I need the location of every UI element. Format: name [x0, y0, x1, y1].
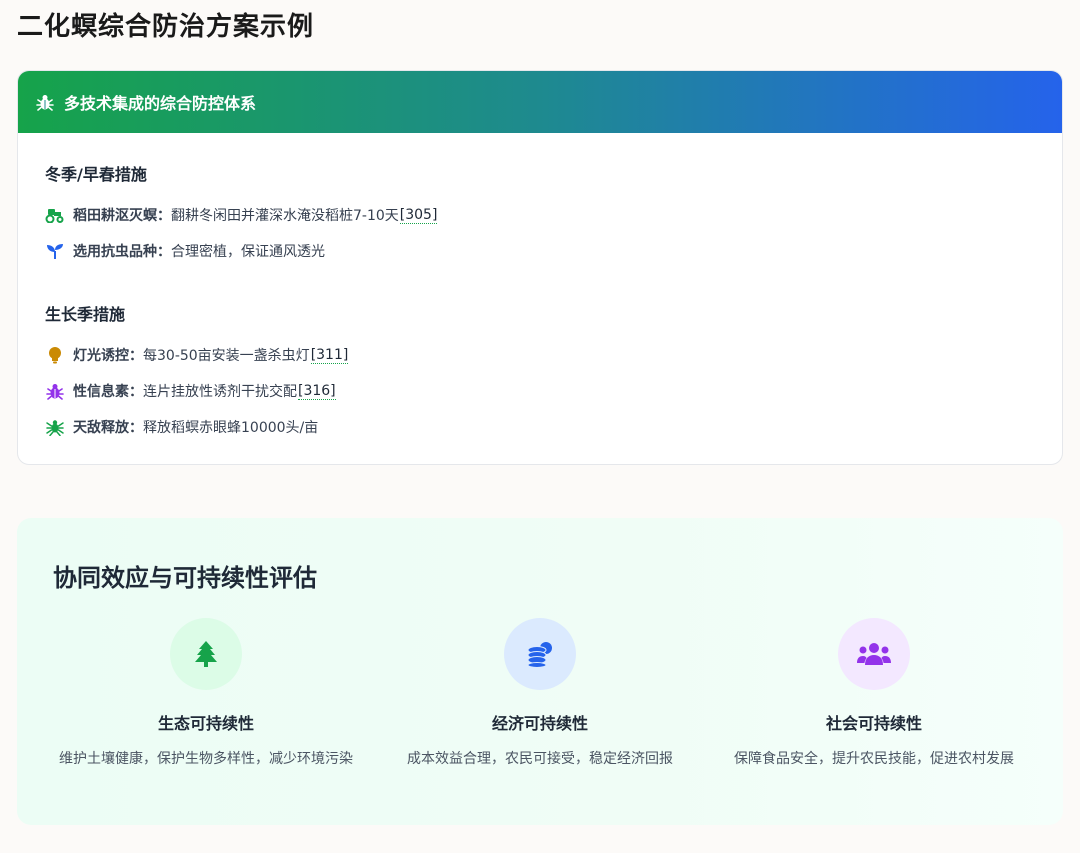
list-item-pheromone: 性信息素： 连片挂放性诱剂干扰交配 [316]	[45, 381, 336, 401]
list-item-tillage: 稻田耕沤灭螟： 翻耕冬闲田并灌深水淹没稻桩7-10天 [305]	[45, 205, 438, 225]
column-title: 生态可持续性	[157, 714, 254, 733]
column-social: 社会可持续性 保障食品安全，提升农民技能，促进农村发展	[714, 618, 1034, 770]
card-header: 多技术集成的综合防控体系	[18, 71, 1062, 133]
column-ecological: 生态可持续性 维护土壤健康，保护生物多样性，减少环境污染	[46, 618, 366, 770]
integrated-control-card: 多技术集成的综合防控体系 冬季/早春措施 稻田耕沤灭螟： 翻耕冬闲田并灌深水淹没…	[17, 70, 1063, 465]
citation-link[interactable]: [311]	[310, 347, 349, 364]
list-item-resistant-variety: 选用抗虫品种： 合理密植，保证通风透光	[45, 241, 325, 261]
item-text: 翻耕冬闲田并灌深水淹没稻桩7-10天	[171, 208, 399, 224]
panel-title: 协同效应与可持续性评估	[53, 564, 317, 592]
list-item-natural-enemy: 天敌释放： 释放稻螟赤眼蜂10000头/亩	[45, 417, 318, 437]
list-item-light-trap: 灯光诱控： 每30-50亩安装一盏杀虫灯 [311]	[45, 345, 349, 365]
sustainability-panel: 协同效应与可持续性评估 生态可持续性 维护土壤健康，保护生物多样性，减少环境污染…	[17, 518, 1063, 825]
spider-icon	[45, 418, 65, 436]
bug-icon	[36, 93, 54, 111]
column-title: 经济可持续性	[491, 714, 588, 733]
item-text: 连片挂放性诱剂干扰交配	[143, 384, 297, 400]
column-description: 维护土壤健康，保护生物多样性，减少环境污染	[59, 751, 353, 767]
section-title-winter: 冬季/早春措施	[45, 165, 147, 184]
coins-icon	[504, 618, 576, 690]
item-text: 释放稻螟赤眼蜂10000头/亩	[143, 420, 319, 436]
card-header-title: 多技术集成的综合防控体系	[64, 94, 257, 113]
column-title: 社会可持续性	[825, 714, 922, 733]
users-icon	[838, 618, 910, 690]
lightbulb-icon	[45, 346, 65, 364]
tree-icon	[170, 618, 242, 690]
item-label: 选用抗虫品种：	[73, 244, 171, 260]
seedling-icon	[45, 242, 65, 260]
column-economic: 经济可持续性 成本效益合理，农民可接受，稳定经济回报	[380, 618, 700, 770]
item-label: 灯光诱控：	[73, 348, 143, 364]
column-description: 保障食品安全，提升农民技能，促进农村发展	[734, 751, 1014, 767]
column-description: 成本效益合理，农民可接受，稳定经济回报	[407, 751, 673, 767]
section-title-growing: 生长季措施	[45, 305, 126, 324]
bug-icon	[45, 382, 65, 400]
citation-link[interactable]: [316]	[298, 383, 336, 400]
item-label: 稻田耕沤灭螟：	[73, 208, 171, 224]
page-title: 二化螟综合防治方案示例	[17, 12, 315, 42]
item-text: 合理密植，保证通风透光	[171, 244, 325, 260]
item-text: 每30-50亩安装一盏杀虫灯	[143, 348, 310, 364]
item-label: 天敌释放：	[73, 420, 143, 436]
tractor-icon	[45, 206, 65, 224]
item-label: 性信息素：	[73, 384, 143, 400]
citation-link[interactable]: [305]	[399, 207, 438, 224]
